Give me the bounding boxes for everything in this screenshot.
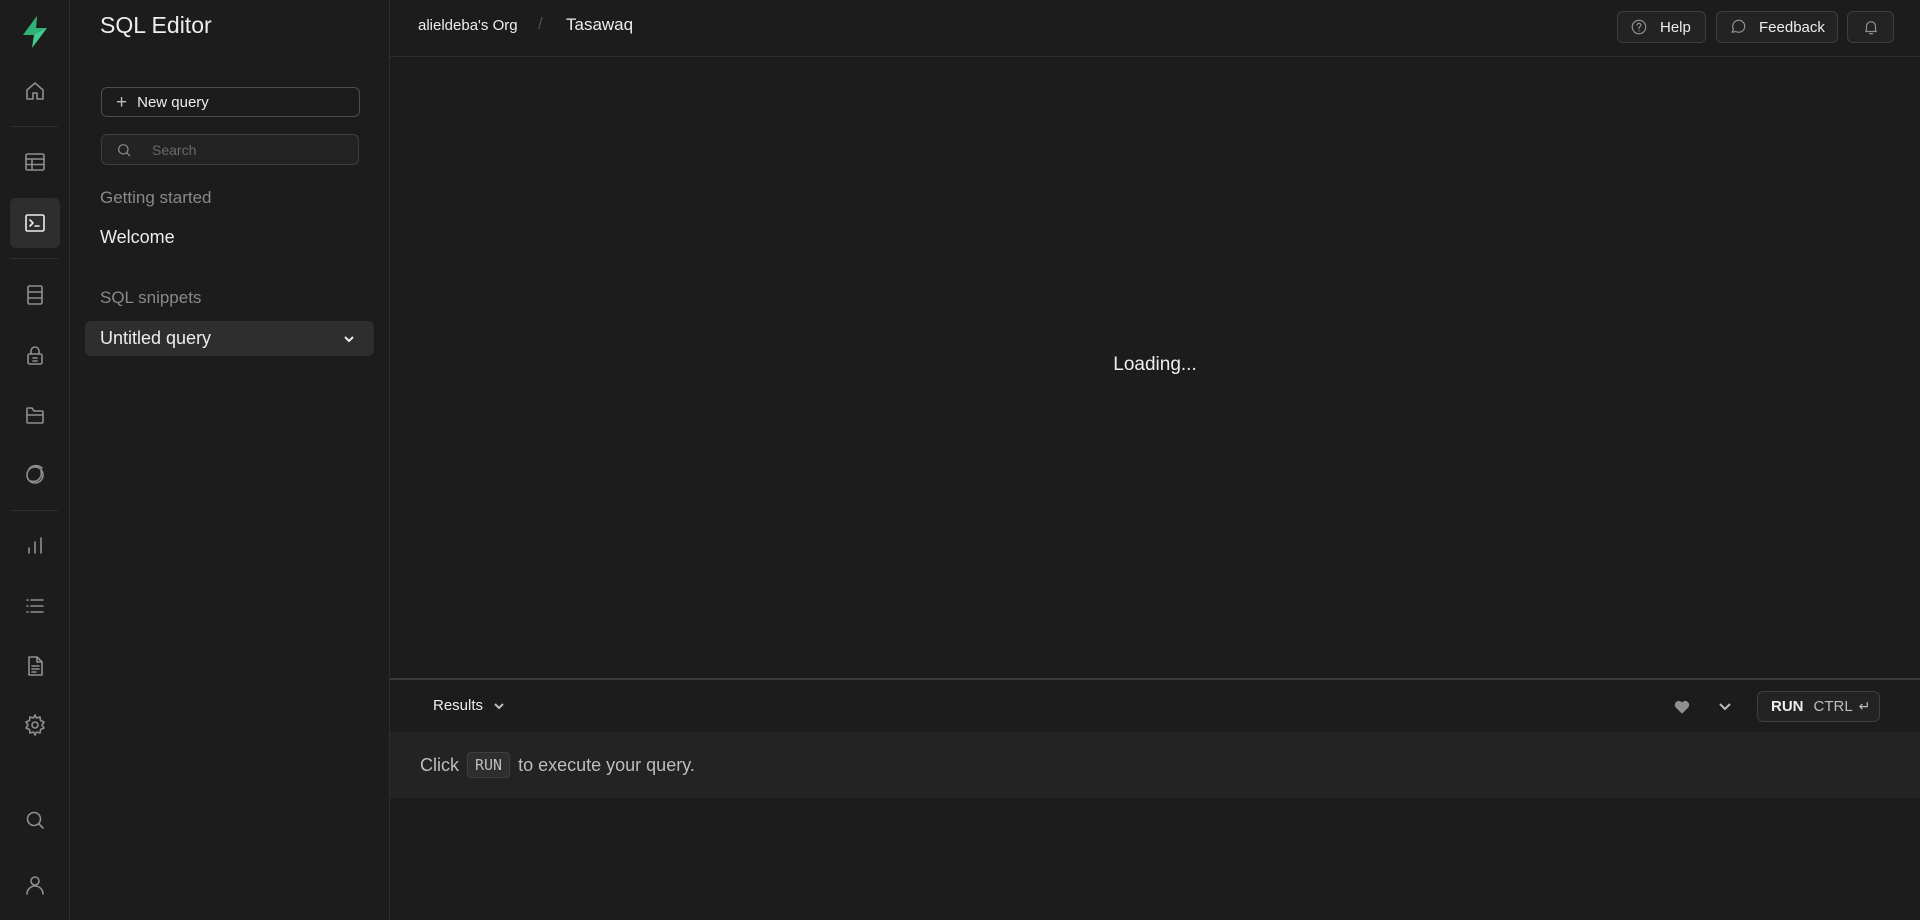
icon-rail	[0, 0, 70, 920]
chat-bubble-icon	[1731, 19, 1746, 33]
shortcut-label: CTRL	[1813, 698, 1853, 715]
loading-text: Loading...	[1113, 354, 1197, 375]
sql-editor-icon[interactable]	[10, 198, 60, 248]
hint-prefix: Click	[420, 754, 459, 775]
realtime-icon[interactable]	[10, 450, 60, 500]
feedback-button[interactable]: Feedback	[1716, 11, 1838, 43]
run-label: RUN	[1771, 698, 1804, 715]
run-button[interactable]: RUN CTRL ↵	[1757, 691, 1880, 722]
more-options-button[interactable]	[1718, 699, 1734, 715]
chevron-down-icon	[1719, 703, 1731, 711]
storage-icon[interactable]	[10, 390, 60, 440]
bell-icon	[1864, 21, 1877, 35]
auth-icon[interactable]	[10, 330, 60, 380]
results-tab[interactable]: Results	[433, 697, 505, 714]
snippet-label: Untitled query	[100, 328, 212, 348]
enter-icon: ↵	[1858, 698, 1871, 714]
hint-suffix: to execute your query.	[518, 754, 695, 775]
search-icon	[118, 143, 131, 156]
feedback-label: Feedback	[1759, 18, 1825, 36]
logs-icon[interactable]	[10, 581, 60, 631]
results-label: Results	[433, 697, 484, 714]
hint-run-code: RUN	[467, 752, 511, 778]
run-hint: Click RUN to execute your query.	[420, 752, 695, 778]
home-icon[interactable]	[10, 66, 60, 116]
results-panel: Click RUN to execute your query.	[390, 732, 1920, 798]
welcome-link[interactable]: Welcome	[100, 227, 175, 248]
search-input[interactable]	[150, 140, 334, 159]
getting-started-heading: Getting started	[100, 188, 212, 207]
rail-divider	[10, 510, 58, 511]
notifications-button[interactable]	[1847, 11, 1894, 43]
search-icon[interactable]	[10, 795, 60, 845]
reports-icon[interactable]	[10, 521, 60, 571]
editor-area[interactable]: Loading...	[390, 57, 1920, 679]
database-icon[interactable]	[10, 270, 60, 320]
search-field[interactable]	[101, 134, 359, 165]
help-button[interactable]: Help	[1617, 11, 1706, 43]
panel-title: SQL Editor	[100, 12, 212, 38]
heart-icon	[1674, 700, 1690, 714]
results-toolbar: Results RUN CTRL ↵	[390, 680, 1920, 732]
new-query-label: New query	[137, 93, 209, 111]
table-editor-icon[interactable]	[10, 137, 60, 187]
supabase-logo-icon[interactable]	[17, 14, 53, 50]
settings-icon[interactable]	[10, 700, 60, 750]
sql-snippets-heading: SQL snippets	[100, 288, 202, 307]
breadcrumb-org[interactable]: alieldeba's Org	[418, 17, 518, 34]
api-docs-icon[interactable]	[10, 641, 60, 691]
breadcrumb-separator: /	[538, 14, 543, 33]
help-label: Help	[1660, 18, 1691, 36]
chevron-down-icon	[494, 702, 504, 709]
top-bar: alieldeba's Org / Tasawaq Help Feedback	[390, 0, 1920, 57]
snippet-item-untitled-query[interactable]: Untitled query	[85, 321, 374, 356]
help-icon	[1631, 19, 1647, 35]
chevron-down-icon[interactable]	[342, 332, 356, 346]
rail-divider	[10, 258, 58, 259]
breadcrumb-project[interactable]: Tasawaq	[566, 15, 633, 35]
plus-icon: +	[116, 91, 128, 113]
new-query-button[interactable]: + New query	[101, 87, 360, 117]
favorite-button[interactable]	[1673, 698, 1691, 716]
sql-editor-panel: SQL Editor + New query Getting started W…	[70, 0, 390, 920]
user-icon[interactable]	[10, 860, 60, 910]
results-empty-area	[390, 798, 1920, 920]
rail-divider	[10, 126, 58, 127]
